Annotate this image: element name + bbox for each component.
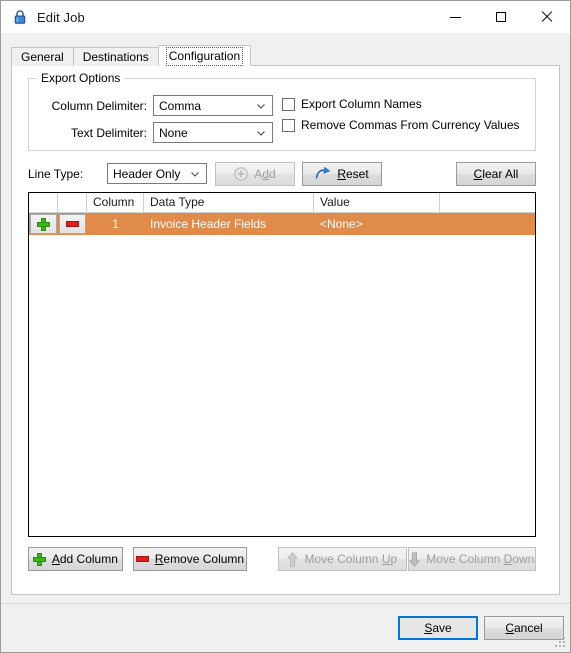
move-column-up-button[interactable]: Move Column Up: [278, 547, 407, 571]
line-type-select[interactable]: Header Only: [107, 163, 207, 184]
configuration-tab-page: Export Options Column Delimiter: Comma T…: [11, 65, 560, 595]
reset-button[interactable]: Reset: [302, 162, 382, 186]
tab-configuration-label: Configuration: [165, 47, 244, 66]
save-button-label: Save: [424, 621, 452, 635]
export-column-names-label: Export Column Names: [301, 97, 422, 111]
export-column-names-checkbox[interactable]: Export Column Names: [282, 97, 422, 111]
remove-column-label: Remove Column: [154, 552, 245, 566]
text-delimiter-select[interactable]: None: [153, 122, 273, 143]
resize-grip[interactable]: [555, 637, 567, 649]
remove-column-button[interactable]: Remove Column: [132, 547, 248, 571]
tab-general-label: General: [21, 50, 64, 64]
plus-icon: [37, 217, 50, 231]
column-delimiter-value: Comma: [159, 98, 202, 113]
arrow-down-icon: [409, 551, 420, 567]
tab-general[interactable]: General: [11, 47, 74, 66]
tab-configuration[interactable]: Configuration: [157, 45, 252, 66]
chevron-down-icon: [257, 130, 265, 136]
table-row[interactable]: 1 Invoice Header Fields <None>: [29, 213, 535, 235]
tab-destinations[interactable]: Destinations: [72, 47, 159, 66]
export-options-group: Export Options Column Delimiter: Comma T…: [28, 71, 536, 151]
row-column-number: 1: [112, 217, 119, 231]
checkbox-box: [282, 118, 295, 132]
window-controls: [432, 1, 570, 33]
arrow-up-icon: [287, 551, 299, 567]
line-type-value: Header Only: [113, 166, 181, 181]
row-data-type: Invoice Header Fields: [150, 217, 267, 231]
tab-strip: General Destinations Configuration: [11, 45, 570, 66]
row-value: <None>: [320, 217, 363, 231]
minus-icon: [135, 556, 149, 562]
column-delimiter-label: Column Delimiter:: [51, 99, 147, 113]
clear-all-button-label: Clear All: [473, 167, 519, 181]
cancel-button[interactable]: Cancel: [484, 616, 564, 640]
clear-all-button[interactable]: Clear All: [456, 162, 536, 186]
grid-header-filler[interactable]: [440, 193, 534, 212]
move-column-down-label: Move Column Down: [426, 552, 535, 566]
chevron-down-icon: [191, 171, 199, 177]
add-button-label: Add: [254, 167, 276, 181]
remove-commas-label: Remove Commas From Currency Values: [301, 118, 520, 132]
move-column-up-label: Move Column Up: [304, 552, 398, 566]
chevron-down-icon: [257, 103, 265, 109]
columns-grid[interactable]: Column Data Type Value 1 Invoice Header …: [28, 192, 536, 537]
title-bar: Edit Job: [1, 1, 570, 33]
maximize-icon: [496, 12, 506, 22]
checkbox-box: [282, 97, 295, 111]
grid-header-row: Column Data Type Value: [29, 193, 535, 213]
column-delimiter-select[interactable]: Comma: [153, 95, 273, 116]
grid-header-remove[interactable]: [58, 193, 87, 212]
lock-icon: [12, 9, 28, 25]
export-options-legend: Export Options: [37, 71, 125, 85]
move-column-down-button[interactable]: Move Column Down: [407, 547, 536, 571]
minimize-icon: [449, 16, 461, 18]
row-filler: [440, 213, 534, 235]
row-add-button[interactable]: [30, 214, 57, 234]
reset-button-label: Reset: [337, 167, 369, 181]
reset-arrow-icon: [315, 167, 331, 181]
grid-header-data-type[interactable]: Data Type: [144, 193, 314, 212]
line-type-label: Line Type:: [28, 167, 84, 181]
edit-job-window: Edit Job General Destinations Configurat…: [0, 0, 571, 653]
grid-header-value[interactable]: Value: [314, 193, 440, 212]
minimize-button[interactable]: [432, 1, 478, 33]
add-button[interactable]: Add: [215, 162, 295, 186]
plus-circle-icon: [234, 167, 249, 181]
close-button[interactable]: [524, 1, 570, 33]
remove-commas-checkbox[interactable]: Remove Commas From Currency Values: [282, 118, 520, 132]
maximize-button[interactable]: [478, 1, 524, 33]
text-delimiter-value: None: [159, 125, 188, 140]
dialog-footer: Save Cancel: [1, 603, 570, 652]
row-remove-button[interactable]: [59, 214, 86, 234]
plus-icon: [32, 552, 46, 566]
line-type-row: Line Type: Header Only Add Reset Clear A…: [28, 162, 536, 186]
grid-action-buttons: Add Column Remove Column Move Column Up: [28, 547, 536, 571]
save-button[interactable]: Save: [398, 616, 478, 640]
window-title: Edit Job: [37, 9, 85, 25]
cancel-button-label: Cancel: [505, 621, 543, 635]
tab-destinations-label: Destinations: [82, 50, 149, 64]
grid-header-add[interactable]: [29, 193, 58, 212]
text-delimiter-label: Text Delimiter:: [70, 126, 147, 140]
add-column-button[interactable]: Add Column: [28, 547, 123, 571]
add-column-label: Add Column: [51, 552, 118, 566]
minus-icon: [66, 221, 79, 227]
close-icon: [541, 11, 553, 23]
grid-header-column[interactable]: Column: [87, 193, 144, 212]
